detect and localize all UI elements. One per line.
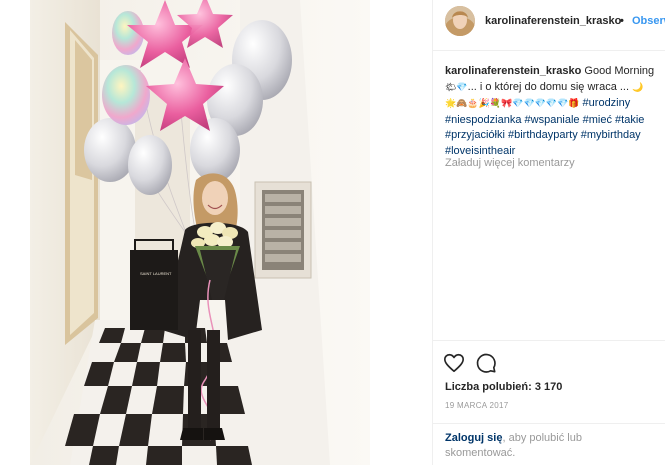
- hashtag-wspaniale[interactable]: #wspaniale: [525, 114, 580, 126]
- emoji-group-1: 🌤💎: [445, 82, 468, 93]
- heart-icon[interactable]: [443, 352, 465, 374]
- header-username[interactable]: karolinaferenstein_krasko: [485, 15, 621, 27]
- emoji-group-2: 🌙: [632, 82, 644, 93]
- caption-text-1: Good Morning: [584, 65, 655, 77]
- divider: [433, 423, 665, 424]
- avatar-image: [445, 6, 475, 36]
- follow-button[interactable]: Obserwuj: [632, 15, 665, 27]
- likes-label: Liczba polubień:: [445, 381, 532, 393]
- hashtag-niespodzianka[interactable]: #niespodzianka: [445, 114, 521, 126]
- hashtag-takie[interactable]: #takie: [615, 114, 644, 126]
- svg-text:SAINT LAURENT: SAINT LAURENT: [140, 271, 172, 276]
- comment-icon[interactable]: [475, 352, 497, 374]
- post-photo[interactable]: SAINT LAURENT: [0, 0, 432, 465]
- post-sidebar: karolinaferenstein_krasko • Obserwuj kar…: [432, 0, 665, 465]
- caption-text-2: ... i o której do domu się wraca ...: [467, 80, 630, 93]
- hashtag-loveisintheair[interactable]: #loveisintheair: [445, 145, 515, 157]
- avatar[interactable]: [445, 6, 475, 36]
- comment-icon-svg: [476, 353, 496, 373]
- header-separator: •: [620, 15, 624, 27]
- likes-number: 3 170: [534, 381, 563, 393]
- post-date[interactable]: 19 MARCA 2017: [445, 401, 509, 410]
- load-more-comments-button[interactable]: Załaduj więcej komentarzy: [445, 157, 575, 169]
- heart-icon-svg: [444, 353, 464, 373]
- emoji-group-3: 🌟🙈🎂🎉💐🎀💎💎💎💎💎🎁: [445, 99, 580, 109]
- hashtag-urodziny[interactable]: #urodziny: [583, 97, 631, 109]
- post-actions: Liczba polubień: 3 170 19 MARCA 2017 Zal…: [433, 340, 665, 466]
- hashtag-przyjaciolki[interactable]: #przyjaciółki: [445, 129, 505, 141]
- hashtag-birthdayparty[interactable]: #birthdayparty: [508, 129, 578, 141]
- post-caption: karolinaferenstein_krasko Good Morning 🌤…: [445, 64, 663, 159]
- instagram-post: SAINT LAURENT karolinaferenstein_krasko …: [0, 0, 665, 465]
- login-link[interactable]: Zaloguj się: [445, 432, 502, 444]
- hashtag-mybirthday[interactable]: #mybirthday: [581, 129, 641, 141]
- post-header: karolinaferenstein_krasko • Obserwuj: [433, 0, 665, 51]
- photo-illustration: SAINT LAURENT: [0, 0, 432, 465]
- likes-count[interactable]: Liczba polubień: 3 170: [445, 381, 562, 393]
- caption-username[interactable]: karolinaferenstein_krasko: [445, 65, 581, 77]
- login-prompt: Zaloguj się, aby polubić lub skomentować…: [445, 431, 655, 461]
- hashtag-miec[interactable]: #mieć: [583, 114, 612, 126]
